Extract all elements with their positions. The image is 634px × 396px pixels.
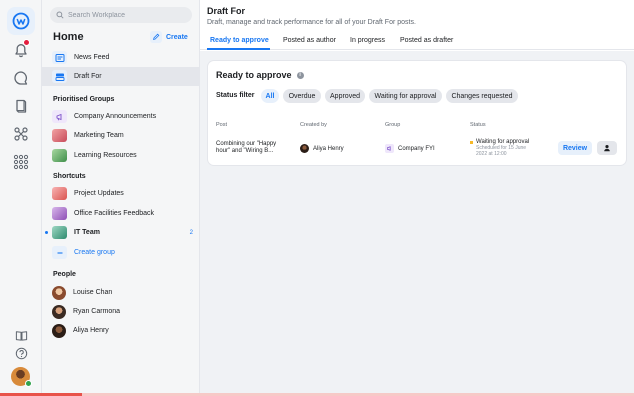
filter-chip-approved[interactable]: Approved	[325, 89, 365, 103]
sidebar-item-label: Project Updates	[74, 190, 124, 197]
knowledge-icon[interactable]	[13, 327, 29, 343]
sidebar-item-label: Learning Resources	[74, 152, 137, 159]
avatar	[52, 323, 66, 338]
filter-chip-all[interactable]: All	[261, 89, 279, 103]
create-label: Create	[166, 33, 188, 41]
tab-posted-as-author[interactable]: Posted as author	[283, 37, 336, 44]
knowledge-library-icon[interactable]	[7, 92, 35, 120]
sidebar-item-label: Marketing Team	[74, 132, 124, 139]
compose-icon	[150, 31, 162, 43]
column-header-created-by: Created by	[300, 122, 327, 128]
create-group-link[interactable]: Create group	[42, 243, 199, 262]
left-rail	[0, 0, 42, 396]
announcement-group-icon	[52, 110, 67, 123]
tab-posted-as-drafter[interactable]: Posted as drafter	[400, 37, 453, 44]
sidebar-item-news-feed[interactable]: News Feed	[42, 48, 199, 67]
create-button[interactable]: Create	[150, 31, 188, 43]
ready-to-approve-card: Ready to approve i Status filter All Ove…	[208, 61, 626, 165]
review-button[interactable]: Review	[558, 141, 592, 155]
main-content: Draft For Draft, manage and track perfor…	[200, 0, 634, 393]
sidebar-item-label: IT Team	[74, 229, 100, 236]
group-thumbnail	[52, 207, 67, 220]
column-header-group: Group	[385, 122, 401, 128]
people-title: People	[53, 271, 76, 278]
unread-indicator	[45, 231, 48, 234]
status-schedule-line-2: 2022 at 12:00	[476, 151, 507, 157]
avatar	[52, 304, 66, 319]
post-preview[interactable]: Combining our "Happy hour" and "Wiring B…	[216, 141, 288, 155]
column-header-post: Post	[216, 122, 228, 128]
assign-person-button[interactable]	[597, 141, 617, 155]
profile-avatar[interactable]	[11, 367, 32, 387]
sidebar-item-draft-for[interactable]: Draft For	[42, 67, 199, 86]
person-item-ryan-carmona[interactable]: Ryan Carmona	[42, 302, 199, 321]
group-cell[interactable]: Company FYI	[385, 144, 435, 153]
workplace-logo-icon[interactable]	[7, 7, 35, 35]
created-by-cell[interactable]: Aliya Henry	[300, 144, 344, 153]
unread-count: 2	[189, 229, 193, 236]
sidebar-item-label: News Feed	[74, 54, 110, 61]
avatar	[300, 144, 309, 153]
page-subtitle: Draft, manage and track performance for …	[207, 19, 416, 26]
card-title-text: Ready to approve	[216, 70, 292, 80]
pending-status-icon	[470, 140, 473, 144]
group-thumbnail	[52, 129, 67, 142]
sidebar-item-office-facilities-feedback[interactable]: Office Facilities Feedback	[42, 204, 199, 223]
author-name: Aliya Henry	[313, 146, 344, 153]
sidebar-item-label: Company Announcements	[74, 113, 157, 120]
announcement-group-icon	[385, 144, 394, 153]
apps-grid-icon[interactable]	[7, 148, 35, 176]
minus-icon	[52, 246, 67, 259]
group-thumbnail	[52, 149, 67, 162]
status-filter-label: Status filter	[216, 92, 255, 99]
status-cell: Waiting for approval Scheduled for 15 Ju…	[470, 139, 529, 157]
sidebar: Home Create News Feed Draft For Prioriti…	[42, 0, 200, 396]
person-name: Aliya Henry	[73, 327, 109, 334]
sidebar-item-label: Create group	[74, 249, 115, 256]
card-title: Ready to approve i	[216, 70, 304, 80]
sidebar-item-company-announcements[interactable]: Company Announcements	[42, 107, 199, 126]
info-icon[interactable]: i	[296, 71, 304, 79]
search-input[interactable]	[68, 11, 188, 19]
tab-bar: Ready to approve Posted as author In pro…	[200, 32, 634, 50]
filter-chip-overdue[interactable]: Overdue	[283, 89, 321, 103]
person-name: Louise Chan	[73, 289, 113, 296]
group-thumbnail	[52, 187, 67, 200]
sidebar-item-project-updates[interactable]: Project Updates	[42, 184, 199, 203]
group-thumbnail	[52, 226, 67, 239]
integrations-icon[interactable]	[7, 120, 35, 148]
home-title: Home	[53, 31, 84, 43]
shortcuts-title: Shortcuts	[53, 173, 86, 180]
sidebar-item-label: Office Facilities Feedback	[74, 210, 155, 217]
group-name: Company FYI	[398, 146, 435, 153]
column-header-status: Status	[470, 122, 486, 128]
sidebar-item-learning-resources[interactable]: Learning Resources	[42, 146, 199, 165]
chat-icon[interactable]	[7, 64, 35, 92]
tab-ready-to-approve[interactable]: Ready to approve	[210, 37, 269, 44]
sidebar-item-marketing-team[interactable]: Marketing Team	[42, 126, 199, 145]
person-name: Ryan Carmona	[73, 308, 121, 315]
draft-for-icon	[52, 70, 67, 83]
filter-chip-changes-requested[interactable]: Changes requested	[446, 89, 518, 103]
avatar	[52, 285, 66, 300]
filter-chip-waiting-for-approval[interactable]: Waiting for approval	[369, 89, 442, 103]
help-icon[interactable]	[13, 345, 29, 361]
search-box[interactable]	[50, 7, 192, 23]
tab-in-progress[interactable]: In progress	[350, 37, 385, 44]
online-status-dot	[25, 380, 32, 387]
app-window: Home Create News Feed Draft For Prioriti…	[0, 0, 634, 396]
page-title: Draft For	[207, 6, 245, 16]
search-icon	[56, 11, 64, 19]
person-item-aliya-henry[interactable]: Aliya Henry	[42, 321, 199, 340]
sidebar-item-label: Draft For	[74, 73, 102, 80]
active-tab-indicator	[207, 48, 270, 50]
notifications-icon[interactable]	[7, 36, 35, 64]
sidebar-item-it-team[interactable]: IT Team 2	[42, 223, 199, 242]
news-feed-icon	[52, 51, 67, 64]
prioritised-groups-title: Prioritised Groups	[53, 96, 115, 103]
person-icon	[604, 144, 610, 152]
person-item-louise-chan[interactable]: Louise Chan	[42, 283, 199, 302]
notification-badge	[23, 39, 30, 46]
